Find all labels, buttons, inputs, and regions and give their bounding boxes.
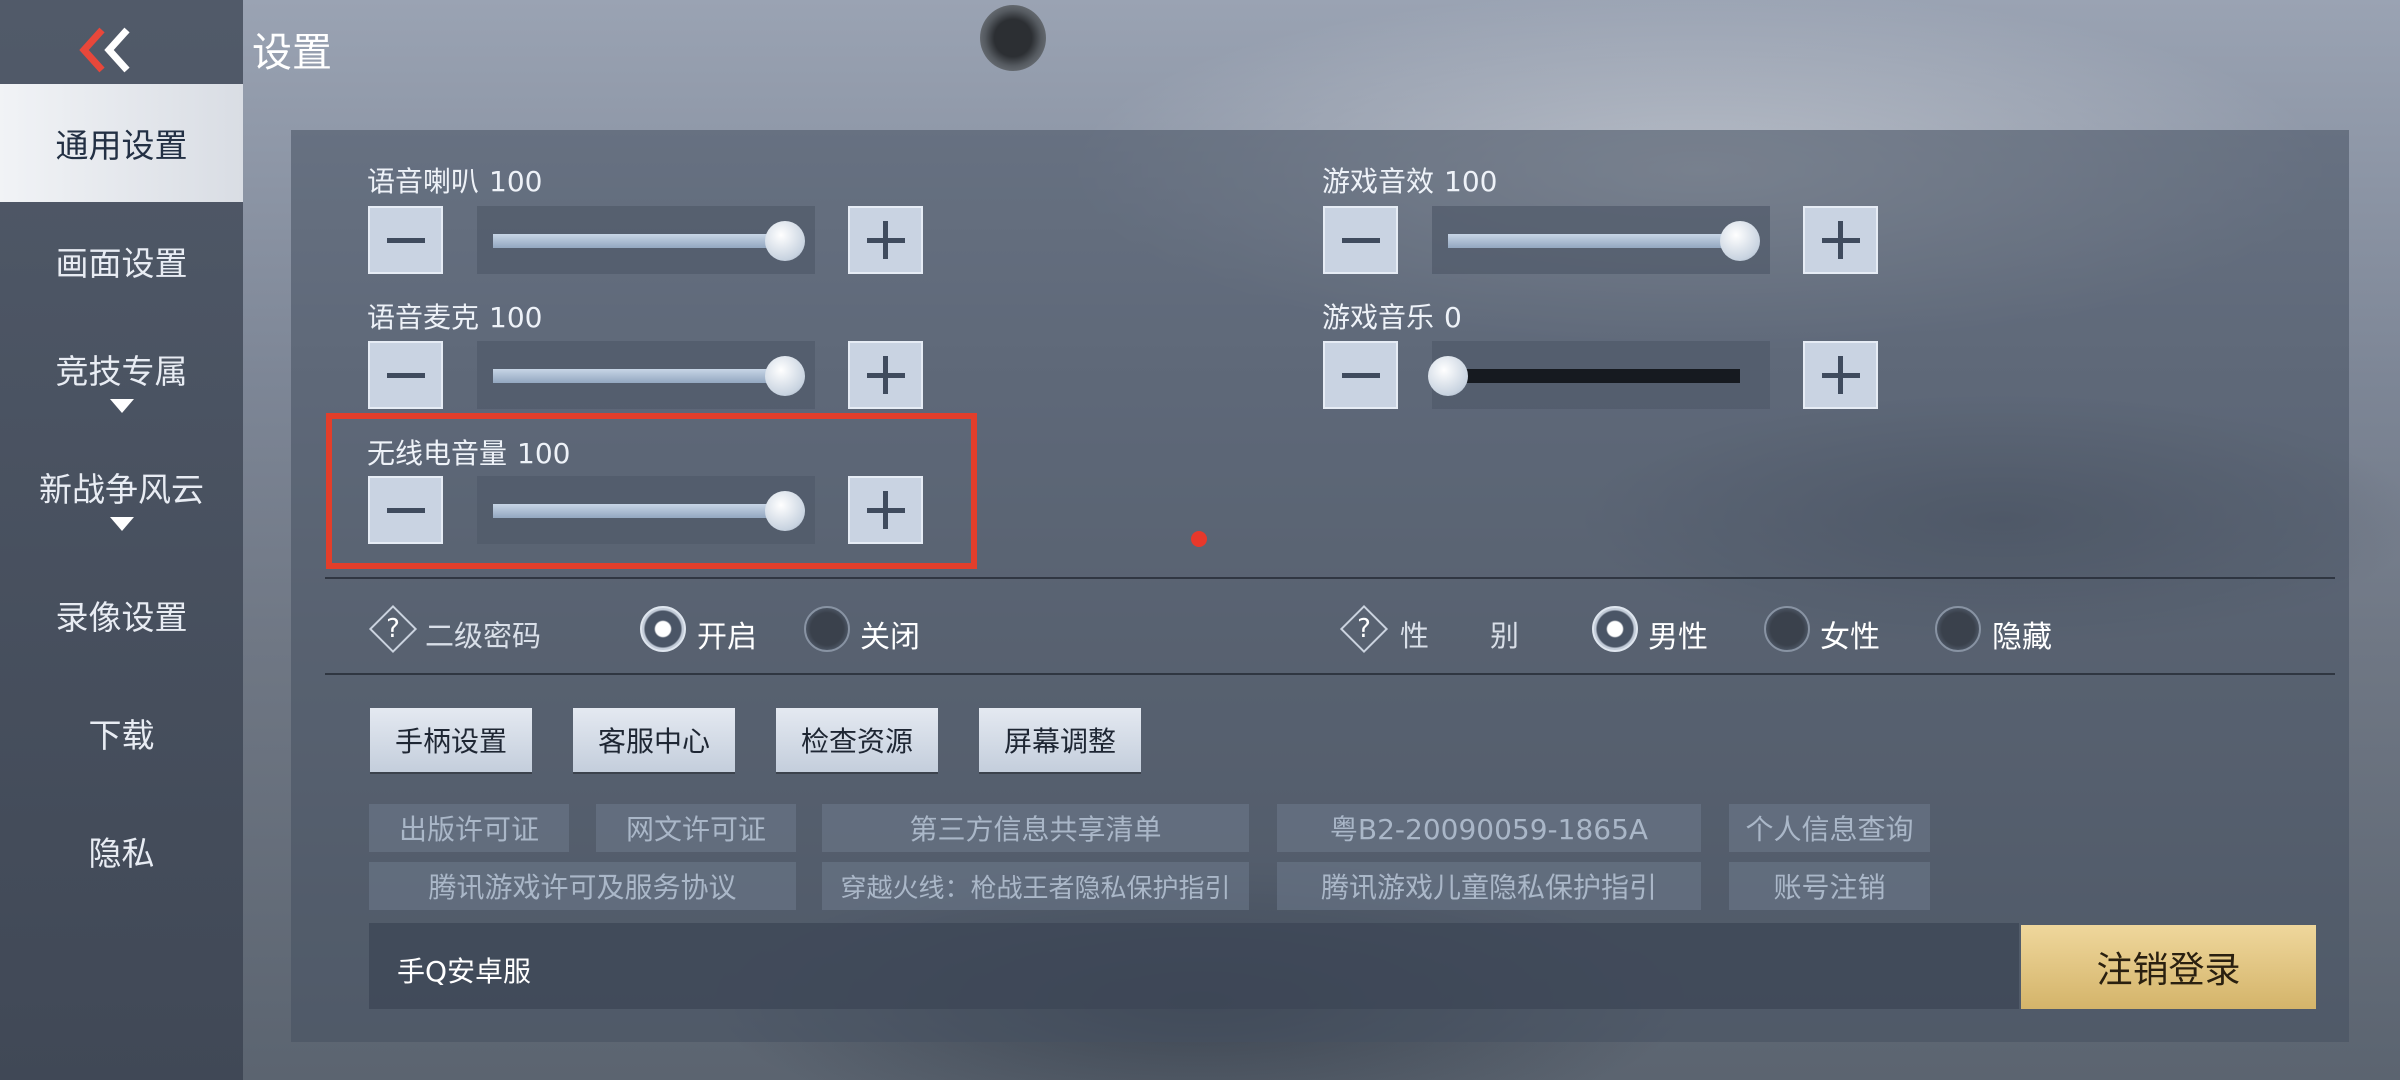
game-sfx-slider[interactable]: [1432, 206, 1770, 274]
game-sfx-label: 游戏音效 100: [1322, 165, 1498, 198]
divider: [325, 577, 2335, 579]
sidebar-item-competitive[interactable]: 竞技专属: [0, 320, 243, 438]
secondary-password-on-label: 开启: [697, 620, 757, 655]
voice-mic-label: 语音麦克 100: [367, 301, 543, 334]
screen-adjust-button[interactable]: 屏幕调整: [979, 708, 1141, 772]
icp-license-link[interactable]: 粤B2-20090059-1865A: [1277, 804, 1701, 852]
triangle-down-icon: [109, 517, 134, 531]
sidebar-item-label: 竞技专属: [55, 352, 188, 391]
voice-speaker-slider[interactable]: [477, 206, 815, 274]
voice-speaker-minus-button[interactable]: [368, 206, 443, 274]
sidebar: 通用设置 画面设置 竞技专属 新战争风云 录像设置 下载 隐私: [0, 0, 243, 1080]
server-name: 手Q安卓服: [397, 955, 532, 988]
sidebar-item-general[interactable]: 通用设置: [0, 84, 243, 202]
voice-mic-slider[interactable]: [477, 341, 815, 409]
sidebar-item-label: 新战争风云: [39, 470, 204, 509]
voice-mic-plus-button[interactable]: [848, 341, 923, 409]
customer-service-button[interactable]: 客服中心: [573, 708, 735, 772]
publishing-license-link[interactable]: 出版许可证: [369, 804, 569, 852]
game-music-minus-button[interactable]: [1323, 341, 1398, 409]
check-resources-button[interactable]: 检查资源: [776, 708, 938, 772]
sidebar-item-new-war[interactable]: 新战争风云: [0, 438, 243, 556]
secondary-password-on-radio[interactable]: [640, 606, 686, 652]
sidebar-item-label: 下载: [88, 716, 155, 755]
gender-male-label: 男性: [1648, 620, 1708, 655]
gender-male-radio[interactable]: [1592, 606, 1638, 652]
sidebar-item-download[interactable]: 下载: [0, 674, 243, 792]
voice-mic-minus-button[interactable]: [368, 341, 443, 409]
logout-button[interactable]: 注销登录: [2021, 925, 2316, 1009]
secondary-password-label: 二级密码: [425, 619, 542, 653]
gender-female-label: 女性: [1820, 620, 1880, 655]
page-title: 设置: [252, 30, 332, 76]
triangle-down-icon: [109, 399, 134, 413]
gender-hidden-label: 隐藏: [1992, 620, 2052, 655]
slider-knob[interactable]: [1428, 356, 1468, 396]
back-button[interactable]: [72, 20, 152, 80]
highlight-box: [326, 413, 977, 569]
secondary-password-off-label: 关闭: [860, 620, 920, 655]
sidebar-item-privacy[interactable]: 隐私: [0, 792, 243, 910]
secondary-password-off-radio[interactable]: [804, 606, 850, 652]
sidebar-item-label: 画面设置: [55, 244, 188, 283]
account-deletion-link[interactable]: 账号注销: [1729, 862, 1930, 910]
service-agreement-link[interactable]: 腾讯游戏许可及服务协议: [369, 862, 796, 910]
third-party-info-link[interactable]: 第三方信息共享清单: [822, 804, 1249, 852]
gender-label-2: 别: [1490, 619, 1520, 653]
game-music-label: 游戏音乐 0: [1322, 301, 1462, 334]
sidebar-item-graphics[interactable]: 画面设置: [0, 202, 243, 320]
controller-settings-button[interactable]: 手柄设置: [370, 708, 532, 772]
red-dot: [1191, 531, 1207, 547]
game-sfx-minus-button[interactable]: [1323, 206, 1398, 274]
gender-female-radio[interactable]: [1764, 606, 1810, 652]
game-music-slider[interactable]: [1428, 341, 1770, 409]
voice-speaker-label: 语音喇叭 100: [367, 165, 543, 198]
slider-knob[interactable]: [765, 221, 805, 261]
game-music-plus-button[interactable]: [1803, 341, 1878, 409]
web-culture-license-link[interactable]: 网文许可证: [596, 804, 796, 852]
privacy-guide-link[interactable]: 穿越火线：枪战王者隐私保护指引: [822, 862, 1249, 910]
divider: [325, 673, 2335, 675]
personal-info-query-link[interactable]: 个人信息查询: [1729, 804, 1930, 852]
slider-knob[interactable]: [1720, 221, 1760, 261]
sidebar-item-recording[interactable]: 录像设置: [0, 556, 243, 674]
camera-cutout: [980, 5, 1046, 71]
gender-hidden-radio[interactable]: [1935, 606, 1981, 652]
sidebar-item-label: 录像设置: [55, 598, 188, 637]
sidebar-item-label: 通用设置: [55, 126, 188, 165]
voice-speaker-plus-button[interactable]: [848, 206, 923, 274]
double-chevron-left-icon: [79, 27, 130, 73]
gender-label-1: 性: [1400, 619, 1430, 653]
server-bar: [369, 923, 2019, 1009]
child-privacy-guide-link[interactable]: 腾讯游戏儿童隐私保护指引: [1277, 862, 1701, 910]
slider-knob[interactable]: [765, 356, 805, 396]
game-sfx-plus-button[interactable]: [1803, 206, 1878, 274]
sidebar-item-label: 隐私: [88, 834, 155, 873]
